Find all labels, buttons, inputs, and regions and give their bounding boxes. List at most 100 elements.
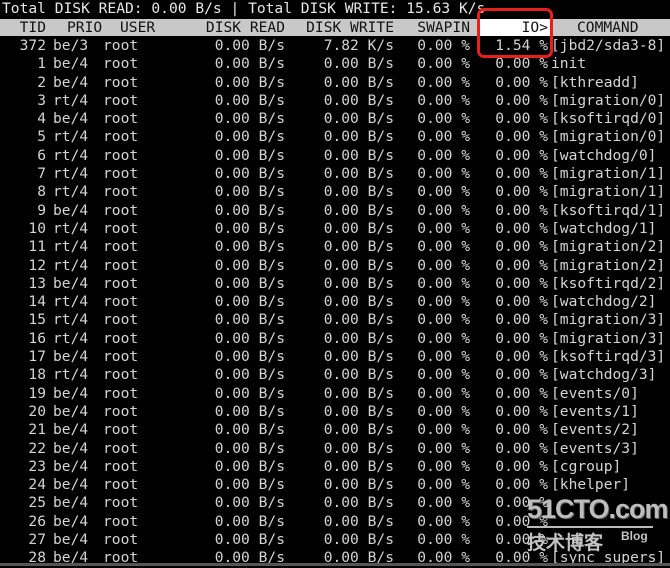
cell-prio: rt/4	[53, 183, 89, 201]
cell-prio: be/4	[53, 494, 89, 512]
cell-tid: 13	[28, 274, 46, 292]
process-row[interactable]: 3 rt/4 root 0.00 B/s 0.00 B/s 0.00 % 0.00 % [mi…	[0, 92, 670, 110]
cell-user: root	[103, 183, 139, 201]
cell-io: 0.00 %	[495, 421, 548, 439]
process-row[interactable]: 16 rt/4 root 0.00 B/s 0.00 B/s 0.00 % 0.00 % [m…	[0, 330, 670, 348]
process-row[interactable]: 5 rt/4 root 0.00 B/s 0.00 B/s 0.00 % 0.00 % [mi…	[0, 128, 670, 146]
process-row[interactable]: 22 be/4 root 0.00 B/s 0.00 B/s 0.00 % 0.00 % [e…	[0, 440, 670, 458]
column-header-prio[interactable]: PRIO	[67, 19, 102, 36]
cell-tid: 8	[37, 183, 46, 201]
cell-user: root	[103, 421, 139, 439]
cell-user: root	[103, 201, 139, 219]
cell-tid: 14	[28, 293, 46, 311]
process-row[interactable]: 14 rt/4 root 0.00 B/s 0.00 B/s 0.00 % 0.00 % [w…	[0, 293, 670, 311]
cell-disk-read: 0.00 B/s	[214, 311, 285, 329]
cell-swapin: 0.00 %	[417, 531, 470, 549]
cell-disk-write: 7.82 K/s	[323, 37, 394, 54]
cell-swapin: 0.00 %	[417, 110, 470, 128]
process-row[interactable]: 6 rt/4 root 0.00 B/s 0.00 B/s 0.00 % 0.00 % [wa…	[0, 147, 670, 165]
process-table: 372 be/3 root 0.00 B/s 7.82 K/s 0.00 % 1.54 %[…	[0, 37, 670, 568]
cell-swapin: 0.00 %	[417, 37, 470, 54]
cell-command: [migration/2]	[551, 256, 666, 274]
cell-command: [jbd2/sda3-8]	[551, 37, 666, 54]
column-header-command[interactable]: COMMAND	[577, 19, 639, 36]
process-row[interactable]: 4 be/4 root 0.00 B/s 0.00 B/s 0.00 % 0.00 % [ks…	[0, 110, 670, 128]
cell-user: root	[103, 256, 139, 274]
total-read-value: 0.00 B/s	[151, 0, 222, 17]
cell-swapin: 0.00 %	[417, 73, 470, 91]
process-row[interactable]: 23 be/4 root 0.00 B/s 0.00 B/s 0.00 % 0.00 % [c…	[0, 458, 670, 476]
cell-disk-write: 0.00 B/s	[323, 165, 394, 183]
cell-disk-write: 0.00 B/s	[323, 494, 394, 512]
process-row[interactable]: 24 be/4 root 0.00 B/s 0.00 B/s 0.00 % 0.00 % [k…	[0, 476, 670, 494]
cell-disk-write: 0.00 B/s	[323, 366, 394, 384]
cell-swapin: 0.00 %	[417, 348, 470, 366]
cell-tid: 7	[37, 165, 46, 183]
column-header-disk-write[interactable]: DISK WRITE	[290, 19, 394, 36]
cell-tid: 11	[28, 238, 46, 256]
cell-disk-read: 0.00 B/s	[214, 256, 285, 274]
cell-command: [migration/3]	[551, 311, 666, 329]
cell-io: 0.00 %	[495, 256, 548, 274]
cell-user: root	[103, 384, 139, 402]
process-row[interactable]: 11 rt/4 root 0.00 B/s 0.00 B/s 0.00 % 0.00 % [m…	[0, 238, 670, 256]
cell-io: 0.00 %	[495, 311, 548, 329]
cell-prio: be/4	[53, 531, 89, 549]
cell-user: root	[103, 366, 139, 384]
cell-disk-read: 0.00 B/s	[214, 219, 285, 237]
cell-prio: be/4	[53, 439, 89, 457]
process-row[interactable]: 17 be/4 root 0.00 B/s 0.00 B/s 0.00 % 0.00 % [k…	[0, 348, 670, 366]
cell-command: [migration/3]	[551, 329, 666, 347]
cell-tid: 16	[28, 329, 46, 347]
cell-disk-read: 0.00 B/s	[214, 476, 285, 494]
cell-user: root	[103, 293, 139, 311]
cell-command: [kthreadd]	[551, 73, 639, 91]
cell-command: [cgroup]	[551, 457, 622, 475]
process-row[interactable]: 2 be/4 root 0.00 B/s 0.00 B/s 0.00 % 0.00 % [kt…	[0, 74, 670, 92]
process-row[interactable]: 8 rt/4 root 0.00 B/s 0.00 B/s 0.00 % 0.00 % [mi…	[0, 183, 670, 201]
column-header-user[interactable]: USER	[120, 19, 155, 36]
process-row[interactable]: 7 rt/4 root 0.00 B/s 0.00 B/s 0.00 % 0.00 % [mi…	[0, 165, 670, 183]
cell-disk-read: 0.00 B/s	[214, 366, 285, 384]
process-row[interactable]: 25 be/4 root 0.00 B/s 0.00 B/s 0.00 % 0.00 %	[0, 494, 670, 512]
cell-tid: 2	[37, 73, 46, 91]
cell-disk-write: 0.00 B/s	[323, 402, 394, 420]
cell-user: root	[103, 494, 139, 512]
column-header-io-sorted[interactable]: IO>	[480, 19, 550, 36]
cell-io: 0.00 %	[495, 238, 548, 256]
process-row[interactable]: 27 be/4 root 0.00 B/s 0.00 B/s 0.00 % 0.00 %	[0, 531, 670, 549]
cell-disk-read: 0.00 B/s	[214, 91, 285, 109]
process-row[interactable]: 20 be/4 root 0.00 B/s 0.00 B/s 0.00 % 0.00 % [e…	[0, 403, 670, 421]
cell-command: [migration/2]	[551, 238, 666, 256]
cell-user: root	[103, 128, 139, 146]
cell-prio: rt/4	[53, 311, 89, 329]
cell-swapin: 0.00 %	[417, 311, 470, 329]
cell-io: 0.00 %	[495, 274, 548, 292]
process-row[interactable]: 15 rt/4 root 0.00 B/s 0.00 B/s 0.00 % 0.00 % [m…	[0, 311, 670, 329]
cell-disk-read: 0.00 B/s	[214, 457, 285, 475]
cell-tid: 9	[37, 201, 46, 219]
process-row[interactable]: 18 rt/4 root 0.00 B/s 0.00 B/s 0.00 % 0.00 % [w…	[0, 366, 670, 384]
cell-tid: 17	[28, 348, 46, 366]
cell-io: 0.00 %	[495, 183, 548, 201]
process-row[interactable]: 1 be/4 root 0.00 B/s 0.00 B/s 0.00 % 0.00 % ini…	[0, 55, 670, 73]
process-row[interactable]: 9 be/4 root 0.00 B/s 0.00 B/s 0.00 % 0.00 % [ks…	[0, 202, 670, 220]
process-row[interactable]: 10 rt/4 root 0.00 B/s 0.00 B/s 0.00 % 0.00 % [w…	[0, 220, 670, 238]
cell-user: root	[103, 165, 139, 183]
column-header-disk-read[interactable]: DISK READ	[190, 19, 285, 36]
process-row[interactable]: 13 be/4 root 0.00 B/s 0.00 B/s 0.00 % 0.00 % [k…	[0, 275, 670, 293]
process-row[interactable]: 21 be/4 root 0.00 B/s 0.00 B/s 0.00 % 0.00 % [e…	[0, 421, 670, 439]
cell-command: [migration/1]	[551, 183, 666, 201]
cell-swapin: 0.00 %	[417, 146, 470, 164]
cell-prio: rt/4	[53, 91, 89, 109]
column-header-tid[interactable]: TID	[4, 19, 46, 36]
column-header-swapin[interactable]: SWAPIN	[400, 19, 470, 36]
cell-user: root	[103, 329, 139, 347]
process-row[interactable]: 12 rt/4 root 0.00 B/s 0.00 B/s 0.00 % 0.00 % [m…	[0, 257, 670, 275]
process-row[interactable]: 19 be/4 root 0.00 B/s 0.00 B/s 0.00 % 0.00 % [e…	[0, 385, 670, 403]
process-row[interactable]: 26 be/4 root 0.00 B/s 0.00 B/s 0.00 % 0.00 %	[0, 513, 670, 531]
cell-user: root	[103, 146, 139, 164]
process-row[interactable]: 372 be/3 root 0.00 B/s 7.82 K/s 0.00 % 1.54 %[…	[0, 37, 670, 55]
cell-disk-read: 0.00 B/s	[214, 329, 285, 347]
cell-command: [ksoftirqd/3]	[551, 348, 666, 366]
